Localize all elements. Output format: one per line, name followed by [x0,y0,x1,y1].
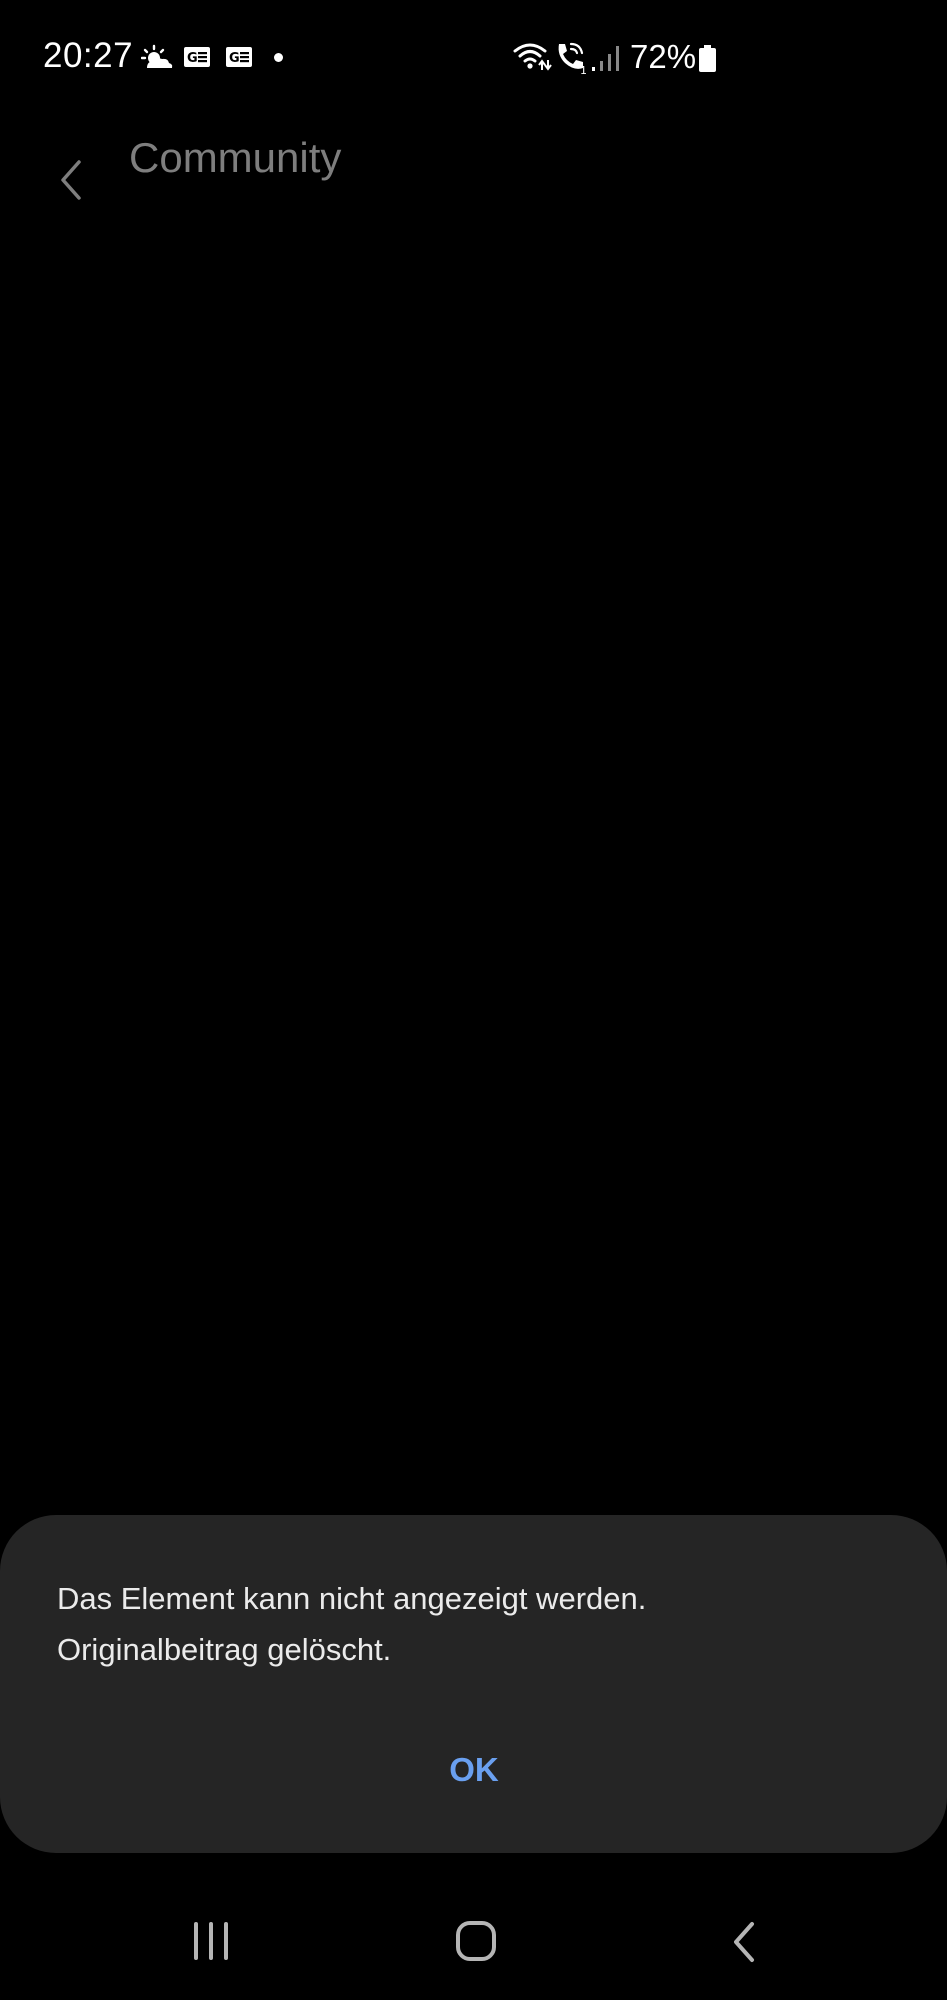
battery-percentage: 72% [630,38,697,75]
ok-button[interactable]: OK [404,1735,544,1805]
signal-icon [592,46,619,71]
dialog-message: Das Element kann nicht angezeigt werden.… [57,1573,897,1675]
status-time: 20:27 [43,36,134,75]
wifi-call-icon: 1 [558,42,587,74]
weather-icon [141,44,173,68]
chevron-left-icon [61,160,81,200]
back-icon [734,1922,754,1962]
dialog-message-line: Das Element kann nicht angezeigt werden. [57,1581,647,1616]
error-dialog: Das Element kann nicht angezeigt werden.… [0,1515,947,1853]
svg-text:G: G [187,51,198,66]
dialog-message-line: Originalbeitrag gelöscht. [57,1632,392,1667]
svg-text:G: G [229,51,240,66]
navigation-bar [0,1880,947,2000]
nav-back-button[interactable] [702,1902,782,1982]
wifi-icon [513,43,552,71]
recents-button[interactable] [173,1902,253,1982]
news-icon: G [226,47,252,67]
back-button[interactable] [45,140,101,220]
status-bar: 20:27 G G 1 72% [0,0,947,118]
home-button[interactable] [437,1902,517,1982]
app-bar: Community [0,118,947,243]
battery-icon [699,45,716,72]
recents-icon [194,1922,228,1960]
dot-icon [274,53,283,62]
page-title: Community [129,134,342,181]
svg-text:1: 1 [580,64,587,74]
news-icon: G [184,47,210,67]
home-icon [456,1921,496,1961]
